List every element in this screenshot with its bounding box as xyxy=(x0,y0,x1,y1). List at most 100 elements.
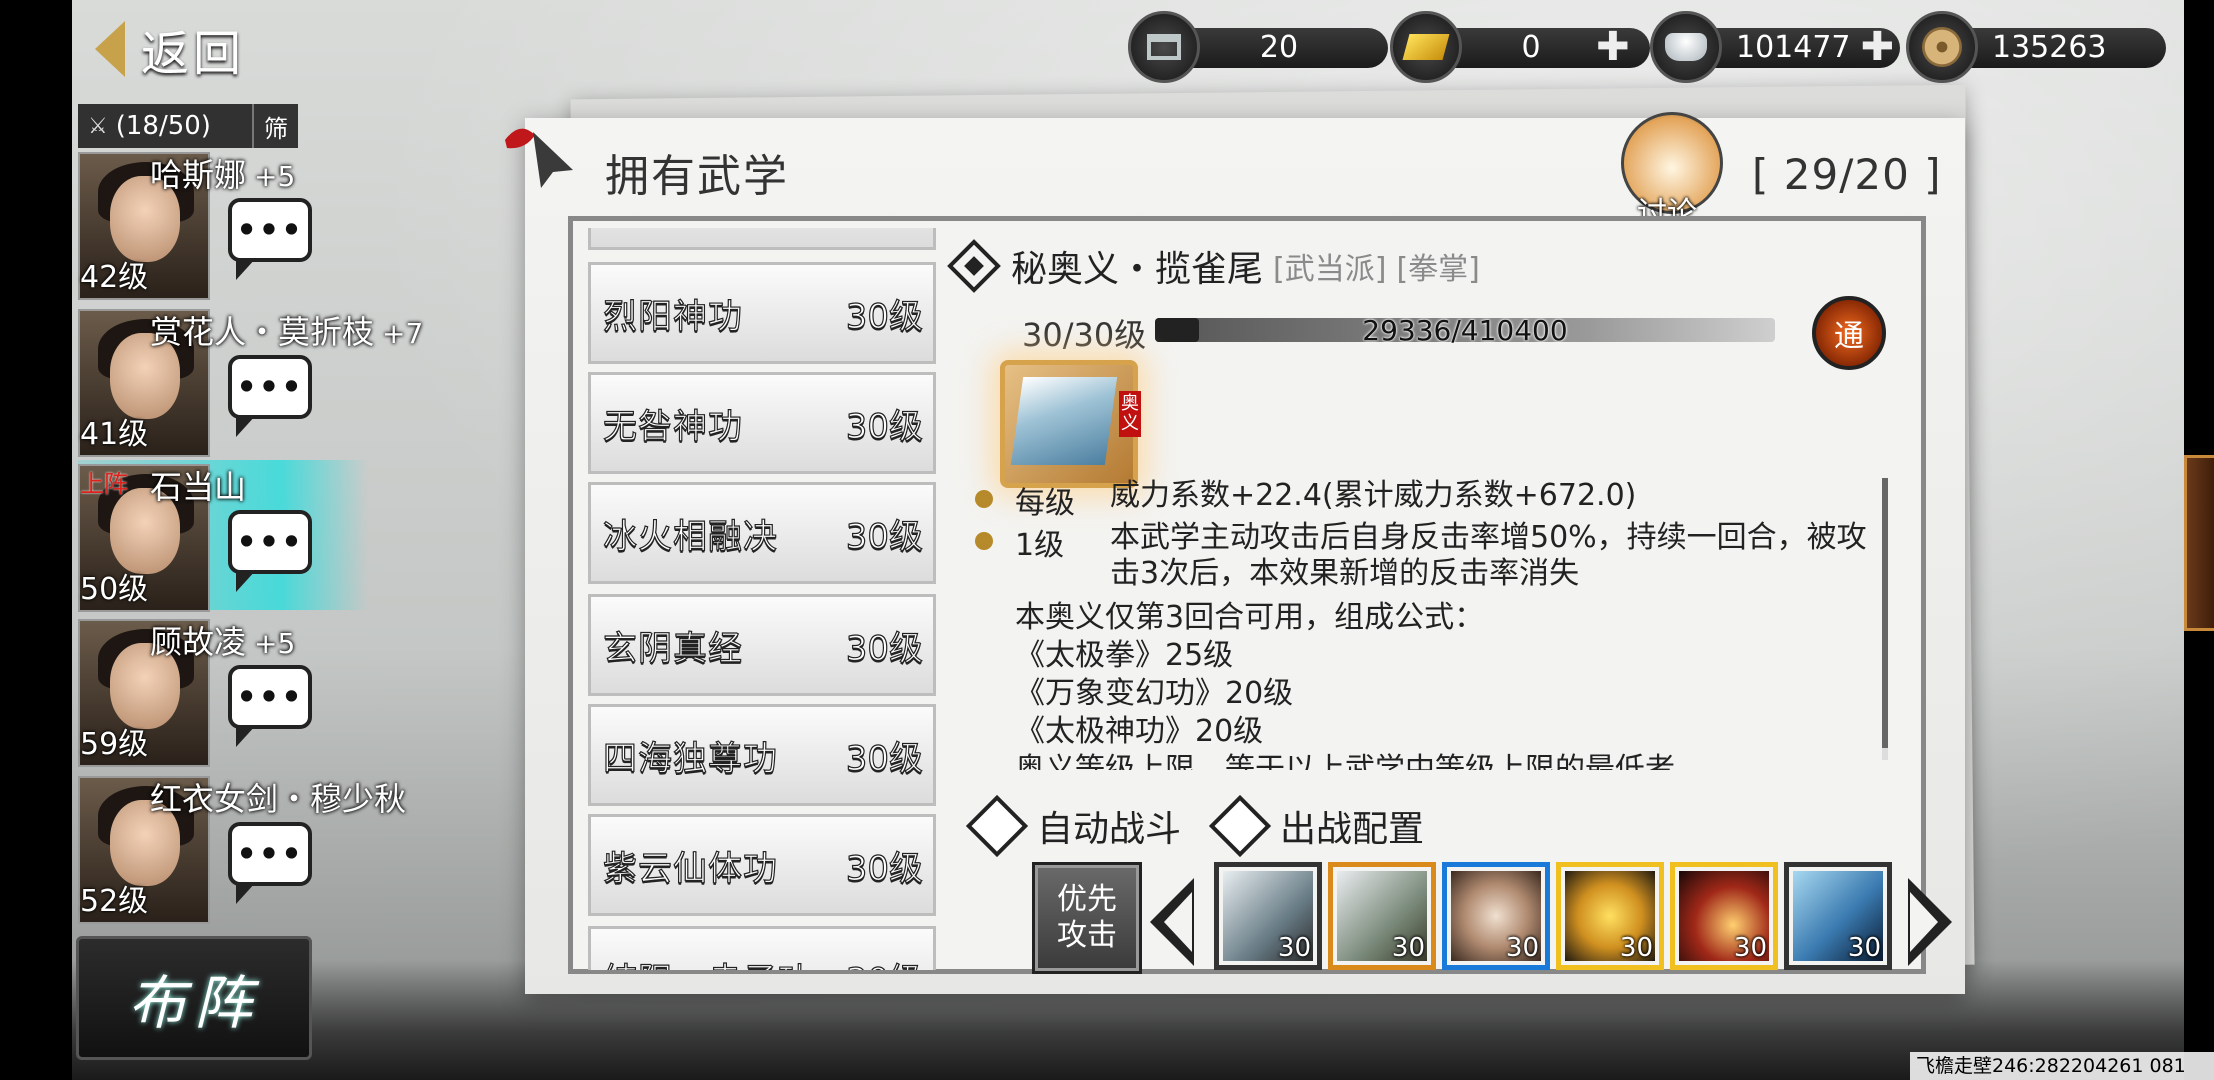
skill-list[interactable]: 烈阳神功 30级 无咎神功 30级 冰火相融决 30级 玄阴真经 30级 四海独… xyxy=(588,228,938,970)
player-watermark: 飞檐走壁246:282204261 081 xyxy=(1910,1052,2214,1080)
list-item[interactable]: 无咎神功 30级 xyxy=(588,372,936,474)
add-silver-button[interactable]: ✚ xyxy=(1861,24,1895,70)
xp-text: 29336/410400 xyxy=(1362,314,1568,347)
note-line: 本奥义仅第3回合可用，组成公式： xyxy=(1015,600,1485,635)
equipped-skill-slot[interactable]: 30 xyxy=(1328,862,1436,970)
sect-tag: [武当派] xyxy=(1273,252,1387,287)
silver-ingot-icon xyxy=(1650,11,1722,83)
skill-description: 每级 威力系数+22.4(累计威力系数+672.0) 1级 本武学主动攻击后自身… xyxy=(975,478,1880,770)
equipped-skill-slot[interactable]: 30 xyxy=(1556,862,1664,970)
bullet-icon xyxy=(975,490,993,508)
list-item[interactable]: 紫云仙体功 30级 xyxy=(588,814,936,916)
list-item[interactable]: 四海独尊功 30级 xyxy=(588,704,936,806)
list-item[interactable]: 冰火相融决 30级 xyxy=(588,482,936,584)
resource-value: 0 xyxy=(1521,29,1541,65)
resource-gold: 0 ✚ xyxy=(1390,11,1650,83)
bullet-icon xyxy=(975,532,993,550)
equipped-skill-slot[interactable]: 30 xyxy=(1784,862,1892,970)
equipped-skill-slot[interactable]: 30 xyxy=(1214,862,1322,970)
skill-level: 30级 xyxy=(845,738,923,779)
formation-button[interactable]: 布阵 xyxy=(76,936,312,1060)
hero-name: 石当山 xyxy=(150,468,247,506)
effect-row: 1级 本武学主动攻击后自身反击率增50%，持续一回合，被攻击3次后，本效果新增的… xyxy=(975,520,1870,592)
skill-level: 30级 xyxy=(845,516,923,557)
skill-level: 30级 xyxy=(845,848,923,889)
skill-level-text: 30/30级 xyxy=(1022,316,1147,354)
hero-card-shidangshan[interactable]: 上阵 50级 石当山 ••• xyxy=(78,460,368,612)
skill-art-icon: 奥义 xyxy=(1000,360,1141,488)
panel-title: 拥有武学 xyxy=(605,151,789,202)
diamond-icon xyxy=(947,239,1001,293)
monitor-icon xyxy=(965,794,1029,858)
screen-left-edge xyxy=(0,0,72,1080)
hero-name: 赏花人・莫折枝 +7 xyxy=(150,313,424,351)
hero-name: 红衣女剑・穆少秋 xyxy=(150,780,407,818)
note-line: 奥义等级上限，等于以上武学中等级上限的最低者 xyxy=(1015,752,1675,770)
hero-level: 59级 xyxy=(80,727,149,762)
chat-bubble-icon[interactable]: ••• xyxy=(228,665,312,747)
bed-icon xyxy=(1128,11,1200,83)
secret-art-badge: 奥义 xyxy=(1119,391,1141,437)
hero-name: 哈斯娜 +5 xyxy=(150,156,296,194)
type-tag: [拳掌] xyxy=(1396,252,1480,287)
side-drawer-tab[interactable] xyxy=(2184,455,2214,631)
add-gold-button[interactable]: ✚ xyxy=(1596,24,1630,70)
hero-level: 50级 xyxy=(80,572,149,607)
resource-copper: 135263 xyxy=(1906,11,2166,83)
hero-card-mozhezhi[interactable]: 41级 赏花人・莫折枝 +7 ••• xyxy=(78,305,423,457)
chat-bubble-icon[interactable]: ••• xyxy=(228,198,312,280)
equipped-skill-slot[interactable]: 30 xyxy=(1670,862,1778,970)
chat-bubble-icon[interactable]: ••• xyxy=(228,822,312,904)
gold-bar-icon xyxy=(1390,11,1462,83)
battle-config-button[interactable]: 出战配置 xyxy=(1208,794,1424,858)
skill-count: [ 29/20 ] xyxy=(1752,150,1942,199)
hero-card-mushaoqiu[interactable]: 52级 红衣女剑・穆少秋 ••• xyxy=(78,772,406,924)
tong-button[interactable]: 通 xyxy=(1812,296,1886,370)
equipped-skill-slot[interactable]: 30 xyxy=(1442,862,1550,970)
skill-name: 无咎神功 xyxy=(602,406,743,447)
list-item[interactable]: 烈阳神功 30级 xyxy=(588,262,936,364)
auto-battle-button[interactable]: 自动战斗 xyxy=(965,794,1181,858)
resource-silver: 101477 ✚ xyxy=(1650,11,1900,83)
skill-name: 烈阳神功 xyxy=(602,296,743,337)
skill-level: 30级 xyxy=(845,953,923,970)
note-line: 《万象变幻功》20级 xyxy=(1015,676,1294,711)
resource-stamina: 20 xyxy=(1128,11,1388,83)
priority-attack-button[interactable]: 优先 攻击 xyxy=(1032,862,1142,974)
skill-name: 玄阴真经 xyxy=(602,628,743,669)
list-item[interactable]: 玄阴真经 30级 xyxy=(588,594,936,696)
filter-button[interactable]: 筛 xyxy=(252,104,298,148)
skill-detail-name: 秘奥义・揽雀尾 xyxy=(1011,249,1264,290)
hero-level: 42级 xyxy=(80,260,149,295)
list-item[interactable] xyxy=(588,228,936,250)
chevron-left-icon xyxy=(95,21,125,77)
note-line: 《太极神功》20级 xyxy=(1015,714,1264,749)
roster-count: (18/50) xyxy=(115,111,211,141)
on-field-tag: 上阵 xyxy=(80,470,128,498)
skill-detail-title: 秘奥义・揽雀尾 [武当派] [拳掌] xyxy=(947,239,1480,293)
chat-bubble-icon[interactable]: ••• xyxy=(228,510,312,592)
formation-label: 布阵 xyxy=(127,969,260,1037)
description-scroll-thumb[interactable] xyxy=(1882,478,1888,748)
hero-card-guguling[interactable]: 59级 顾故凌 +5 ••• xyxy=(78,615,368,767)
roster-count-bar: ⚔ (18/50) 筛 xyxy=(78,104,298,148)
resource-value: 20 xyxy=(1259,29,1299,65)
chevron-right-icon[interactable] xyxy=(1908,878,1952,966)
back-button[interactable]: 返回 xyxy=(95,14,295,84)
chat-bubble-icon[interactable]: ••• xyxy=(228,355,312,437)
discuss-button[interactable]: 讨论 xyxy=(1615,108,1725,231)
resource-value: 101477 xyxy=(1736,29,1851,65)
hero-name: 顾故凌 +5 xyxy=(150,623,296,661)
list-item[interactable]: 纯阳・赤子功 30级 xyxy=(588,926,936,970)
back-label: 返回 xyxy=(141,26,246,82)
effect-row: 每级 威力系数+22.4(累计威力系数+672.0) xyxy=(975,478,1870,522)
chevron-left-icon[interactable] xyxy=(1150,878,1194,966)
resource-value: 135263 xyxy=(1992,29,2107,65)
hero-level: 41级 xyxy=(80,417,149,452)
skill-name: 纯阳・赤子功 xyxy=(602,953,813,970)
skill-level: 30级 xyxy=(845,406,923,447)
hero-card-hasina[interactable]: 42级 哈斯娜 +5 ••• xyxy=(78,148,368,300)
skill-name: 冰火相融决 xyxy=(602,516,778,557)
crossed-swords-icon xyxy=(1208,794,1272,858)
skill-name: 紫云仙体功 xyxy=(602,848,778,889)
